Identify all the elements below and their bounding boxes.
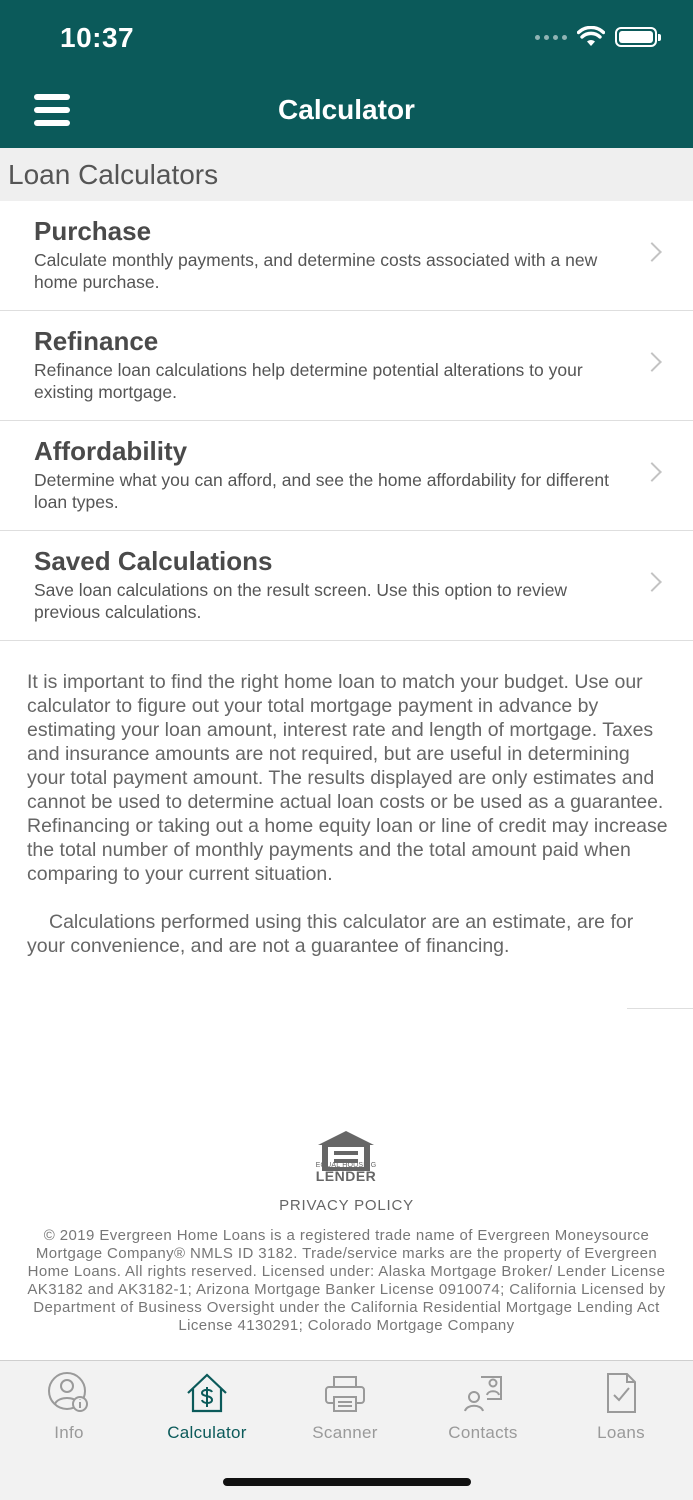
battery-icon — [615, 27, 661, 47]
tab-scanner[interactable]: Scanner — [276, 1371, 414, 1443]
list-item-purchase[interactable]: Purchase Calculate monthly payments, and… — [0, 201, 693, 311]
page-title: Calculator — [278, 94, 415, 125]
calculator-list: Purchase Calculate monthly payments, and… — [0, 201, 693, 641]
divider — [627, 1008, 693, 1009]
disclaimer-paragraph: Calculations performed using this calcul… — [27, 911, 634, 957]
tab-label: Info — [54, 1423, 84, 1442]
status-time: 10:37 — [60, 22, 135, 53]
disclaimer: It is important to find the right home l… — [27, 670, 672, 958]
list-item-saved-calculations[interactable]: Saved Calculations Save loan calculation… — [0, 531, 693, 641]
tab-calculator[interactable]: Calculator — [138, 1371, 276, 1443]
chevron-right-icon — [642, 572, 662, 592]
wifi-icon — [577, 26, 605, 46]
printer-icon — [325, 1376, 365, 1412]
list-item-affordability[interactable]: Affordability Determine what you can aff… — [0, 421, 693, 531]
list-item-title: Refinance — [34, 326, 159, 356]
ehl-word: LENDER — [315, 1168, 377, 1184]
tab-label: Loans — [597, 1423, 645, 1442]
list-item-title: Purchase — [34, 216, 152, 246]
list-item-description: Save loan calculations on the result scr… — [34, 580, 568, 622]
status-icons — [535, 26, 661, 48]
tab-label: Scanner — [312, 1423, 378, 1442]
document-check-icon — [607, 1373, 636, 1413]
user-info-icon — [48, 1372, 88, 1412]
tab-label: Contacts — [448, 1423, 518, 1442]
signal-icon — [535, 34, 567, 40]
chevron-right-icon — [642, 352, 662, 372]
legal-text: © 2019 Evergreen Home Loans is a registe… — [27, 1227, 666, 1334]
tab-info[interactable]: Info — [0, 1371, 138, 1443]
tab-contacts[interactable]: Contacts — [414, 1371, 552, 1443]
list-item-title: Saved Calculations — [34, 546, 273, 576]
list-item-title: Affordability — [34, 436, 188, 466]
list-item-description: Determine what you can afford, and see t… — [34, 470, 609, 512]
home-indicator — [223, 1478, 471, 1486]
disclaimer-paragraph: It is important to find the right home l… — [27, 671, 668, 885]
tab-label: Calculator — [167, 1423, 247, 1442]
chevron-right-icon — [642, 242, 662, 262]
chevron-right-icon — [642, 462, 662, 482]
tab-bar: Info Calculator Scanner Contacts Loans — [0, 1360, 693, 1500]
contacts-icon — [464, 1376, 502, 1412]
list-item-refinance[interactable]: Refinance Refinance loan calculations he… — [0, 311, 693, 421]
list-item-description: Refinance loan calculations help determi… — [34, 360, 583, 402]
privacy-policy-link[interactable]: PRIVACY POLICY — [0, 1197, 693, 1214]
app-header: 10:37 Calculator — [0, 0, 693, 148]
tab-loans[interactable]: Loans — [552, 1371, 690, 1443]
section-header: Loan Calculators — [0, 148, 693, 201]
list-item-description: Calculate monthly payments, and determin… — [34, 250, 598, 292]
home-dollar-icon — [187, 1373, 227, 1413]
